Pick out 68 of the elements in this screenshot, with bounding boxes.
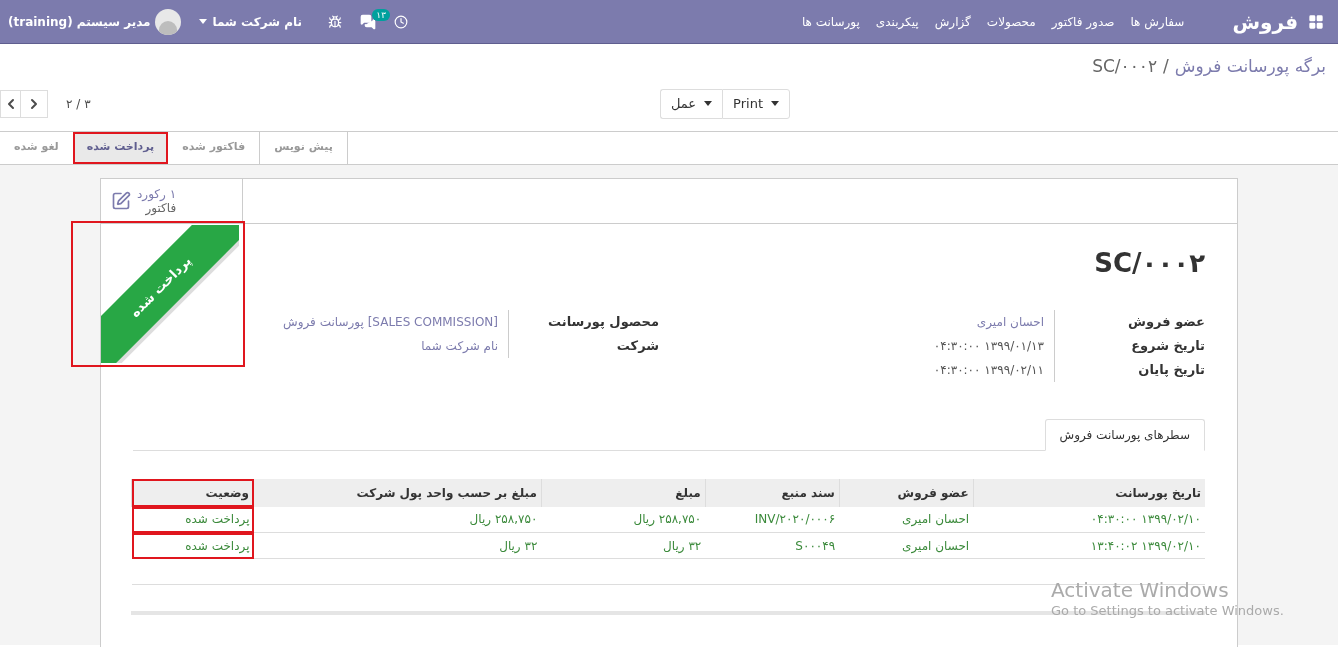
user-menu[interactable]: مدیر سیستم (training) — [8, 8, 181, 35]
column-header[interactable]: سند منبع — [705, 478, 840, 507]
status-step[interactable]: پیش نویس — [259, 131, 348, 164]
table-cell: پرداخت شده — [131, 532, 254, 559]
field-link[interactable]: نام شرکت شما — [421, 333, 510, 358]
field-value: ۱۳۹۹/۰۱/۱۳ ۰۴:۳۰:۰۰ — [933, 333, 1055, 358]
clock-icon[interactable] — [394, 14, 408, 29]
activation-notice-title: Activate Windows — [1051, 578, 1230, 601]
status-step[interactable]: لغو شده — [0, 131, 73, 164]
table-cell: احسان امیری — [839, 506, 974, 533]
column-header[interactable]: مبلغ — [541, 478, 706, 507]
table-cell: ۱۳۹۹/۰۲/۱۰ ۰۴:۳۰:۰۰ — [973, 506, 1205, 533]
field-link[interactable]: احسان امیری — [976, 309, 1055, 334]
status-ribbon: پرداخت شده — [101, 224, 239, 363]
menu-item[interactable]: گزارش — [926, 12, 979, 31]
record-count: ۱ رکورد — [137, 186, 177, 201]
table-cell: پرداخت شده — [131, 506, 254, 533]
bug-icon[interactable] — [328, 14, 342, 29]
user-name: مدیر سیستم (training) — [8, 13, 151, 31]
pager-counter: ۳ / ۲ — [66, 95, 91, 113]
invoice-label: فاکتور — [145, 200, 177, 215]
chat-icon[interactable] — [360, 13, 376, 30]
column-header[interactable]: تاریخ پورسانت — [973, 478, 1205, 507]
message-count-badge: ۱۳ — [372, 8, 390, 21]
previous-button[interactable] — [0, 89, 20, 118]
menu-item[interactable]: پورسانت ها — [793, 12, 868, 31]
caret-icon — [771, 101, 779, 106]
edit-icon — [111, 190, 131, 211]
table-cell: ۱۳۹۹/۰۲/۱۰ ۱۳:۴۰:۰۲ — [973, 532, 1205, 559]
next-button[interactable] — [20, 89, 48, 118]
breadcrumb-link[interactable]: برگه پورسانت فروش — [1174, 54, 1326, 80]
column-header[interactable]: وضعیت — [131, 478, 254, 507]
column-header[interactable]: مبلغ بر حسب واحد پول شرکت — [253, 478, 542, 507]
notebook-tab[interactable]: سطرهای پورسانت فروش — [1044, 418, 1205, 451]
caret-icon — [198, 19, 207, 24]
table-cell: ۳۲ ریال — [541, 532, 706, 559]
breadcrumb-separator: / — [1163, 55, 1169, 78]
field-link[interactable]: [SALES COMMISSION] پورسانت فروش — [283, 309, 510, 334]
menu-item[interactable]: پیکربندی — [867, 12, 927, 31]
invoice-smart-button[interactable]: ۱ رکورد فاکتور — [101, 178, 243, 223]
column-header[interactable]: عضو فروش — [839, 478, 974, 507]
table-cell: ۳۲ ریال — [253, 532, 542, 559]
table-cell: S۰۰۰۴۹ — [705, 532, 840, 559]
avatar-icon — [154, 8, 181, 35]
menu-item[interactable]: محصولات — [978, 12, 1044, 31]
table-cell: ۲۵۸,۷۵۰ ریال — [253, 506, 542, 533]
field-value: ۱۳۹۹/۰۲/۱۱ ۰۴:۳۰:۰۰ — [933, 357, 1055, 382]
status-step[interactable]: فاکتور شده — [168, 131, 260, 164]
caret-icon — [704, 101, 713, 106]
dropdown-button[interactable]: عمل — [659, 88, 723, 119]
record-title: SC/۰۰۰۲ — [1094, 246, 1205, 280]
status-step[interactable]: پرداخت شده — [72, 131, 169, 164]
field-label: محصول پورسانت — [547, 312, 660, 331]
table-cell: ۲۵۸,۷۵۰ ریال — [541, 506, 706, 533]
field-label: عضو فروش — [1127, 312, 1205, 331]
menu-item[interactable]: صدور فاکتور — [1043, 12, 1123, 31]
apps-menu-icon[interactable] — [1308, 13, 1324, 30]
field-label: تاریخ شروع — [1130, 336, 1205, 355]
menu-item[interactable]: سفارش ها — [1122, 12, 1193, 31]
field-label: شرکت — [615, 336, 660, 355]
activation-notice-text: Go to Settings to activate Windows. — [1051, 601, 1284, 620]
table-cell: INV/۲۰۲۰/۰۰۰۶ — [705, 506, 840, 533]
table-cell: احسان امیری — [839, 532, 974, 559]
breadcrumb-current: SC/۰۰۰۲ — [1092, 55, 1158, 78]
brand-title[interactable]: فروش — [1232, 6, 1298, 37]
company-switcher[interactable]: نام شرکت شما — [198, 12, 302, 31]
dropdown-button[interactable]: Print — [722, 88, 790, 119]
field-label: تاریخ پایان — [1137, 360, 1205, 379]
